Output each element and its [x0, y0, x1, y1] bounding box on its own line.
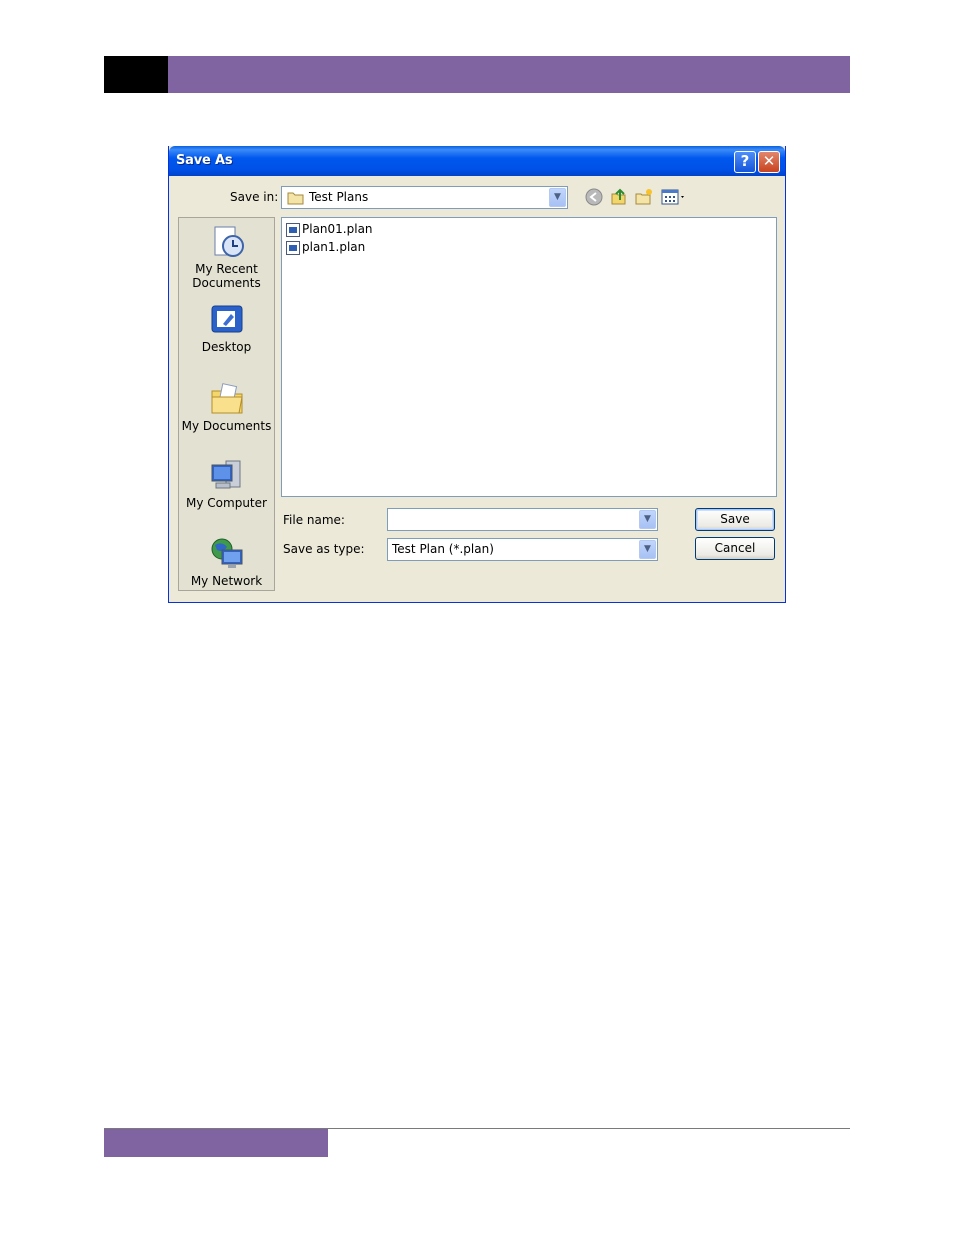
- file-name-field[interactable]: ▼: [387, 508, 658, 531]
- save-as-type-value: Test Plan (*.plan): [392, 542, 494, 556]
- footer-purple-bar: [104, 1129, 328, 1157]
- header-black-block: [104, 56, 168, 93]
- file-name: plan1.plan: [302, 240, 366, 254]
- back-icon[interactable]: [585, 188, 603, 206]
- help-icon: ?: [740, 152, 750, 170]
- my-network-icon: [211, 538, 242, 568]
- list-item[interactable]: Plan01.plan: [286, 222, 373, 240]
- save-in-label: Save in:: [230, 190, 279, 204]
- recent-documents-icon: [214, 226, 244, 257]
- close-icon: ✕: [762, 152, 776, 170]
- place-label: Desktop: [201, 340, 252, 354]
- my-computer-icon: [211, 460, 240, 489]
- chevron-down-icon[interactable]: ▼: [639, 510, 656, 529]
- desktop-icon: [211, 305, 242, 333]
- title-bar[interactable]: Save As ? ✕: [169, 146, 785, 176]
- cancel-button[interactable]: Cancel: [695, 537, 775, 560]
- dialog-title: Save As: [176, 153, 233, 168]
- header-purple-bar: [168, 56, 850, 93]
- save-in-value: Test Plans: [309, 190, 369, 204]
- place-my-computer[interactable]: My Computer: [179, 458, 274, 510]
- up-folder-icon[interactable]: [610, 188, 628, 206]
- save-as-dialog: Save As ? ✕ Save in: Test Plans ▼ My Rec…: [168, 146, 786, 603]
- place-label: My Recent Documents: [192, 262, 261, 290]
- place-desktop[interactable]: Desktop: [179, 302, 274, 354]
- my-documents-icon: [211, 383, 243, 414]
- help-button[interactable]: ?: [734, 151, 756, 173]
- save-button[interactable]: Save: [695, 508, 775, 531]
- place-my-recent-documents[interactable]: My Recent Documents: [179, 224, 274, 290]
- chevron-down-icon[interactable]: ▼: [549, 188, 566, 207]
- close-button[interactable]: ✕: [758, 151, 780, 173]
- place-label: My Network: [190, 574, 263, 588]
- folder-icon: [287, 192, 304, 205]
- file-list[interactable]: Plan01.plan plan1.plan: [281, 217, 777, 497]
- new-folder-icon[interactable]: [635, 188, 653, 206]
- file-name: Plan01.plan: [302, 222, 373, 236]
- toolbar: [583, 188, 693, 208]
- places-bar: My Recent Documents Desktop My Documents: [178, 217, 275, 591]
- plan-file-icon: [286, 240, 300, 255]
- plan-file-icon: [286, 222, 300, 237]
- file-name-label: File name:: [283, 513, 345, 527]
- chevron-down-icon[interactable]: ▼: [639, 540, 656, 559]
- list-item[interactable]: plan1.plan: [286, 240, 365, 258]
- save-as-type-label: Save as type:: [283, 542, 365, 556]
- place-my-network[interactable]: My Network: [179, 536, 274, 588]
- place-my-documents[interactable]: My Documents: [179, 381, 274, 433]
- save-as-type-dropdown[interactable]: Test Plan (*.plan) ▼: [387, 538, 658, 561]
- place-label: My Computer: [186, 496, 267, 510]
- place-label: My Documents: [181, 419, 272, 433]
- views-menu-icon[interactable]: [661, 188, 687, 206]
- save-in-dropdown[interactable]: Test Plans ▼: [281, 186, 568, 209]
